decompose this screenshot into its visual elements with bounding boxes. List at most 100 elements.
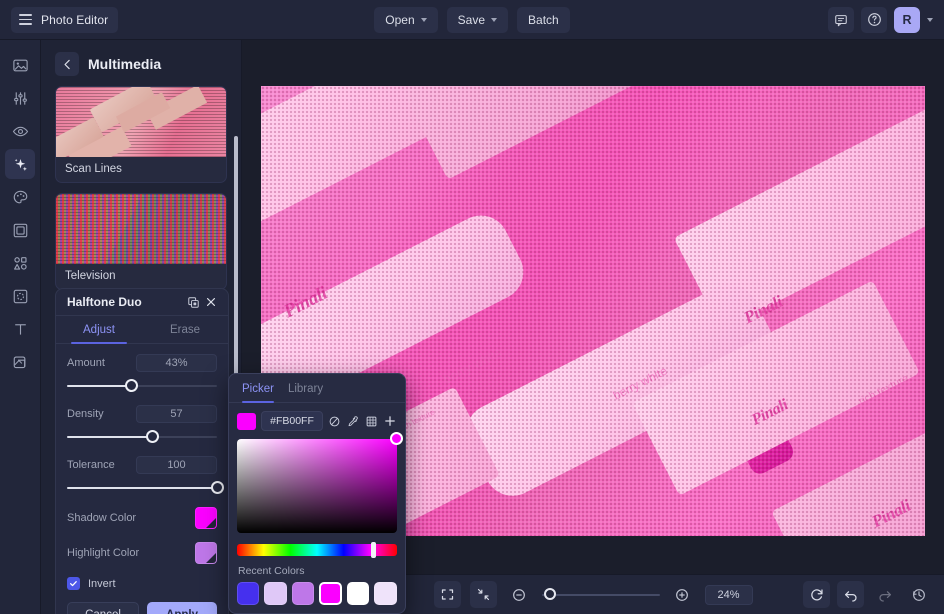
palette-grid-icon: [366, 416, 377, 426]
top-right-actions: R: [828, 6, 944, 33]
history-button[interactable]: [905, 581, 932, 608]
tab-adjust[interactable]: Adjust: [56, 316, 142, 344]
rail-item-overlay[interactable]: [5, 281, 35, 311]
save-button[interactable]: Save: [446, 6, 509, 33]
photo-editor-app: Photo Editor Open Save Batch R Multimedi…: [0, 0, 944, 614]
shadow-color-label: Shadow Color: [67, 512, 137, 524]
batch-label: Batch: [528, 12, 559, 27]
open-button[interactable]: Open: [374, 6, 438, 33]
top-center-actions: Open Save Batch: [0, 6, 944, 33]
zoom-out-icon: [513, 588, 525, 601]
tab-library[interactable]: Library: [288, 383, 323, 402]
rail-item-text[interactable]: [5, 314, 35, 344]
recent-color-swatch[interactable]: [374, 582, 397, 605]
highlight-color-swatch[interactable]: [195, 542, 217, 564]
hue-slider[interactable]: [237, 542, 397, 558]
actual-size-button[interactable]: [469, 581, 497, 608]
app-menu-button[interactable]: Photo Editor: [11, 6, 119, 33]
fit-screen-button[interactable]: [433, 581, 461, 608]
recent-color-swatch[interactable]: [264, 582, 287, 605]
help-button[interactable]: [861, 6, 887, 33]
redo-icon: [878, 590, 891, 602]
zoom-slider-knob[interactable]: [543, 588, 556, 600]
current-color-swatch[interactable]: [237, 412, 256, 430]
effect-card-scan-lines[interactable]: Scan Lines: [55, 86, 227, 183]
recent-color-swatch-selected[interactable]: [319, 582, 342, 605]
density-slider[interactable]: [67, 430, 217, 444]
top-bar: Photo Editor Open Save Batch R: [0, 0, 944, 40]
slider-knob[interactable]: [125, 379, 138, 392]
layers-icon: [13, 355, 25, 368]
redo-button[interactable]: [871, 581, 898, 608]
history-controls: [803, 581, 944, 608]
rail-item-palette[interactable]: [5, 182, 35, 212]
reset-button[interactable]: [803, 581, 830, 608]
slider-knob[interactable]: [146, 430, 159, 443]
rail-item-image[interactable]: [5, 50, 35, 80]
density-value[interactable]: 57: [136, 405, 217, 423]
batch-button[interactable]: Batch: [517, 6, 570, 33]
undo-button[interactable]: [837, 581, 864, 608]
zoom-in-button[interactable]: [669, 581, 696, 608]
tolerance-label: Tolerance: [67, 459, 115, 471]
effect-settings-title: Halftone Duo: [67, 295, 142, 309]
zoom-slider[interactable]: [541, 588, 660, 600]
avatar[interactable]: R: [894, 6, 920, 33]
account-chevron-down-icon[interactable]: [927, 17, 933, 22]
zoom-level[interactable]: 24%: [704, 584, 753, 605]
highlight-color-label: Highlight Color: [67, 547, 140, 559]
undo-icon: [844, 590, 857, 602]
save-label: Save: [457, 12, 486, 27]
hue-slider-handle[interactable]: [371, 542, 377, 558]
shapes-icon: [13, 256, 27, 270]
close-button[interactable]: [202, 294, 219, 311]
hex-input[interactable]: [261, 411, 323, 431]
amount-value[interactable]: 43%: [136, 354, 217, 372]
rail-item-shapes[interactable]: [5, 248, 35, 278]
add-color-button[interactable]: [383, 413, 397, 430]
back-button[interactable]: [55, 52, 79, 76]
amount-slider[interactable]: [67, 379, 217, 393]
rail-item-layers[interactable]: [5, 347, 35, 377]
palette-grid-button[interactable]: [365, 413, 378, 430]
cancel-button[interactable]: Cancel: [67, 602, 139, 614]
eyedropper-icon: [349, 415, 359, 426]
effect-settings-header: Halftone Duo: [56, 289, 228, 316]
history-icon: [912, 588, 925, 601]
tolerance-value[interactable]: 100: [136, 456, 217, 474]
tab-picker[interactable]: Picker: [242, 383, 274, 403]
rail-item-effects[interactable]: [5, 149, 35, 179]
rail-item-adjustments[interactable]: [5, 83, 35, 113]
slider-fill: [67, 487, 217, 489]
amount-label: Amount: [67, 357, 105, 369]
duplicate-button[interactable]: [185, 294, 202, 311]
recent-color-swatch[interactable]: [237, 582, 260, 605]
saturation-value-area[interactable]: [237, 432, 403, 533]
effect-card-television[interactable]: Television: [55, 193, 227, 290]
eye-icon: [12, 126, 28, 136]
panel-scrollbar[interactable]: [234, 136, 238, 376]
avatar-initial: R: [902, 12, 912, 27]
recent-color-swatch[interactable]: [291, 582, 315, 605]
shadow-color-swatch[interactable]: [195, 507, 217, 529]
tolerance-slider[interactable]: [67, 481, 224, 495]
no-color-button[interactable]: [328, 413, 341, 430]
recent-color-swatch[interactable]: [347, 582, 370, 605]
image-icon: [12, 59, 28, 71]
check-icon: [70, 581, 77, 587]
effect-settings-tabs: Adjust Erase: [56, 316, 228, 344]
zoom-out-button[interactable]: [506, 581, 533, 608]
rail-item-frame[interactable]: [5, 215, 35, 245]
slider-fill: [67, 385, 132, 387]
apply-button[interactable]: Apply: [147, 602, 217, 614]
comment-button[interactable]: [828, 6, 854, 33]
saturation-value-handle[interactable]: [390, 432, 403, 445]
invert-row[interactable]: Invert: [67, 577, 217, 590]
eyedropper-button[interactable]: [346, 413, 359, 430]
rail-item-view[interactable]: [5, 116, 35, 146]
invert-checkbox[interactable]: [67, 577, 80, 590]
slider-knob[interactable]: [210, 481, 224, 494]
tab-erase[interactable]: Erase: [142, 316, 228, 343]
no-color-icon: [329, 416, 340, 426]
effect-name: Scan Lines: [65, 163, 122, 175]
